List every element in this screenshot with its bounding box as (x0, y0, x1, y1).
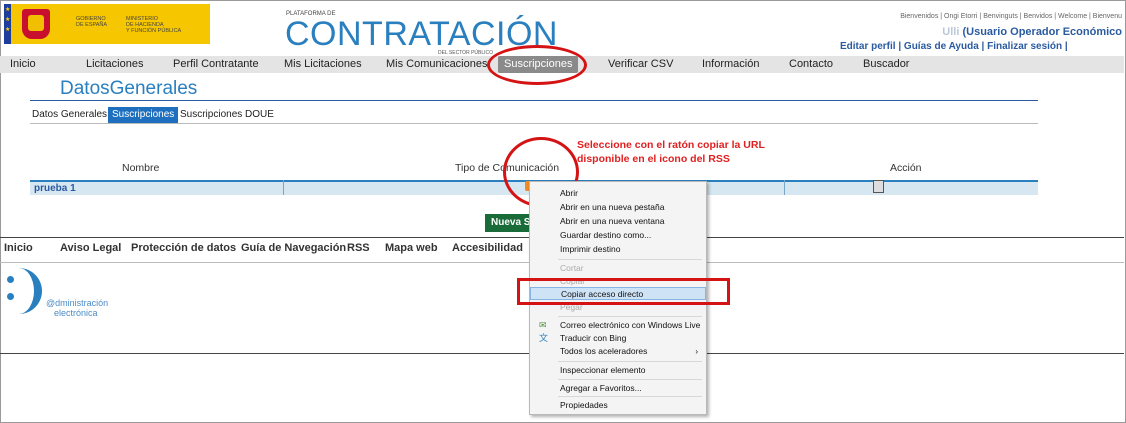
logo-dot-icon (7, 276, 14, 283)
welcome-languages[interactable]: Bienvenidos | Ongi Etorri | Benvinguts |… (900, 13, 1122, 20)
menu-item-propiedades[interactable]: Propiedades (530, 399, 706, 412)
ministry-text: MINISTERIO DE HACIENDA Y FUNCIÓN PÚBLICA (126, 16, 182, 34)
menu-separator (558, 259, 702, 260)
nav-item-mis-licitaciones[interactable]: Mis Licitaciones (284, 56, 362, 73)
menu-item-guardar-destino[interactable]: Guardar destino como... (530, 229, 706, 242)
footer-link-inicio[interactable]: Inicio (4, 242, 33, 254)
subtab-datos-generales[interactable]: Datos Generales (30, 107, 109, 123)
footer-link-accesibilidad[interactable]: Accesibilidad (452, 242, 523, 254)
nav-item-perfil-contratante[interactable]: Perfil Contratante (173, 56, 259, 73)
footer-link-guia-navegacion[interactable]: Guía de Navegación (241, 242, 346, 254)
star-icon: ★ (5, 27, 11, 33)
column-header-accion: Acción (890, 162, 922, 174)
nav-item-buscador[interactable]: Buscador (863, 56, 909, 73)
star-icon: ★ (5, 7, 11, 13)
menu-item-label: Todos los aceleradores (560, 346, 648, 356)
menu-separator (558, 379, 702, 380)
nav-item-informacion[interactable]: Información (702, 56, 759, 73)
subtab-suscripciones-doue[interactable]: Suscripciones DOUE (178, 107, 276, 123)
annotation-text: Seleccione con el ratón copiar la URL di… (577, 138, 765, 166)
star-icon: ★ (5, 17, 11, 23)
annotation-box-copiar-acceso-directo (517, 278, 730, 305)
menu-separator (558, 396, 702, 397)
nav-item-verificar-csv[interactable]: Verificar CSV (608, 56, 673, 73)
nav-item-inicio[interactable]: Inicio (10, 56, 36, 73)
menu-item-label: Correo electrónico con Windows Live (560, 320, 701, 330)
menu-item-correo-windows-live[interactable]: ✉ Correo electrónico con Windows Live (530, 319, 706, 332)
subscription-name-link[interactable]: prueba 1 (34, 182, 76, 195)
government-logo[interactable]: ★ ★ ★ GOBIERNO DE ESPAÑA MINISTERIO DE H… (4, 4, 210, 44)
menu-item-todos-aceleradores[interactable]: Todos los aceleradores › (530, 345, 706, 358)
menu-item-label: Traducir con Bing (560, 333, 627, 343)
logo-smile-icon (16, 268, 42, 314)
windows-live-icon: ✉ (539, 320, 547, 330)
nav-item-mis-comunicaciones[interactable]: Mis Comunicaciones (386, 56, 487, 73)
menu-item-cortar: Cortar (560, 263, 584, 273)
menu-item-abrir-nueva-ventana[interactable]: Abrir en una nueva ventana (530, 215, 706, 228)
footer-link-aviso-legal[interactable]: Aviso Legal (60, 242, 121, 254)
account-links[interactable]: Editar perfil | Guías de Ayuda | Finaliz… (840, 41, 1068, 52)
menu-item-abrir-nueva-pestana[interactable]: Abrir en una nueva pestaña (530, 201, 706, 214)
logo-text-line-2: electrónica (54, 308, 98, 318)
annotation-line-2: disponible en el icono del RSS (577, 153, 730, 165)
gov-text: GOBIERNO DE ESPAÑA (76, 16, 108, 28)
annotation-line-1: Seleccione con el ratón copiar la URL (577, 139, 765, 151)
logo-text-line-1: @dministración (46, 298, 109, 308)
logo-dot-icon (7, 293, 14, 300)
menu-item-inspeccionar[interactable]: Inspeccionar elemento (530, 364, 706, 377)
coat-of-arms-icon (22, 9, 50, 39)
subtab-suscripciones[interactable]: Suscripciones (108, 107, 179, 123)
delete-icon[interactable] (873, 180, 884, 193)
footer-link-rss[interactable]: RSS (347, 242, 370, 254)
user-role: (Usuario Operador Económico (962, 26, 1122, 38)
logo-text: @dministración electrónica (46, 298, 108, 318)
annotation-ellipse-suscripciones (487, 45, 587, 85)
menu-separator (558, 361, 702, 362)
menu-item-agregar-favoritos[interactable]: Agregar a Favoritos... (530, 382, 706, 395)
menu-separator (558, 316, 702, 317)
menu-item-abrir[interactable]: Abrir (530, 187, 706, 200)
page-title: DatosGenerales (60, 78, 198, 99)
user-name: Ulli (Usuario Operador Económico (942, 26, 1122, 38)
user-name-blurred: Ulli (942, 26, 960, 38)
footer-link-proteccion-datos[interactable]: Protección de datos (131, 242, 236, 254)
nav-item-licitaciones[interactable]: Licitaciones (86, 56, 143, 73)
column-separator (283, 180, 284, 195)
subtab-divider (30, 123, 1038, 124)
bing-translate-icon: 文 (539, 333, 549, 343)
column-separator (784, 180, 785, 195)
administracion-electronica-logo[interactable]: @dministración electrónica (2, 268, 122, 318)
chevron-right-icon: › (695, 347, 698, 356)
nav-item-contacto[interactable]: Contacto (789, 56, 833, 73)
menu-item-imprimir-destino[interactable]: Imprimir destino (530, 243, 706, 256)
footer-link-mapa-web[interactable]: Mapa web (385, 242, 438, 254)
menu-item-traducir-bing[interactable]: 文 Traducir con Bing (530, 332, 706, 345)
title-divider (30, 100, 1038, 101)
column-header-nombre: Nombre (122, 162, 160, 174)
